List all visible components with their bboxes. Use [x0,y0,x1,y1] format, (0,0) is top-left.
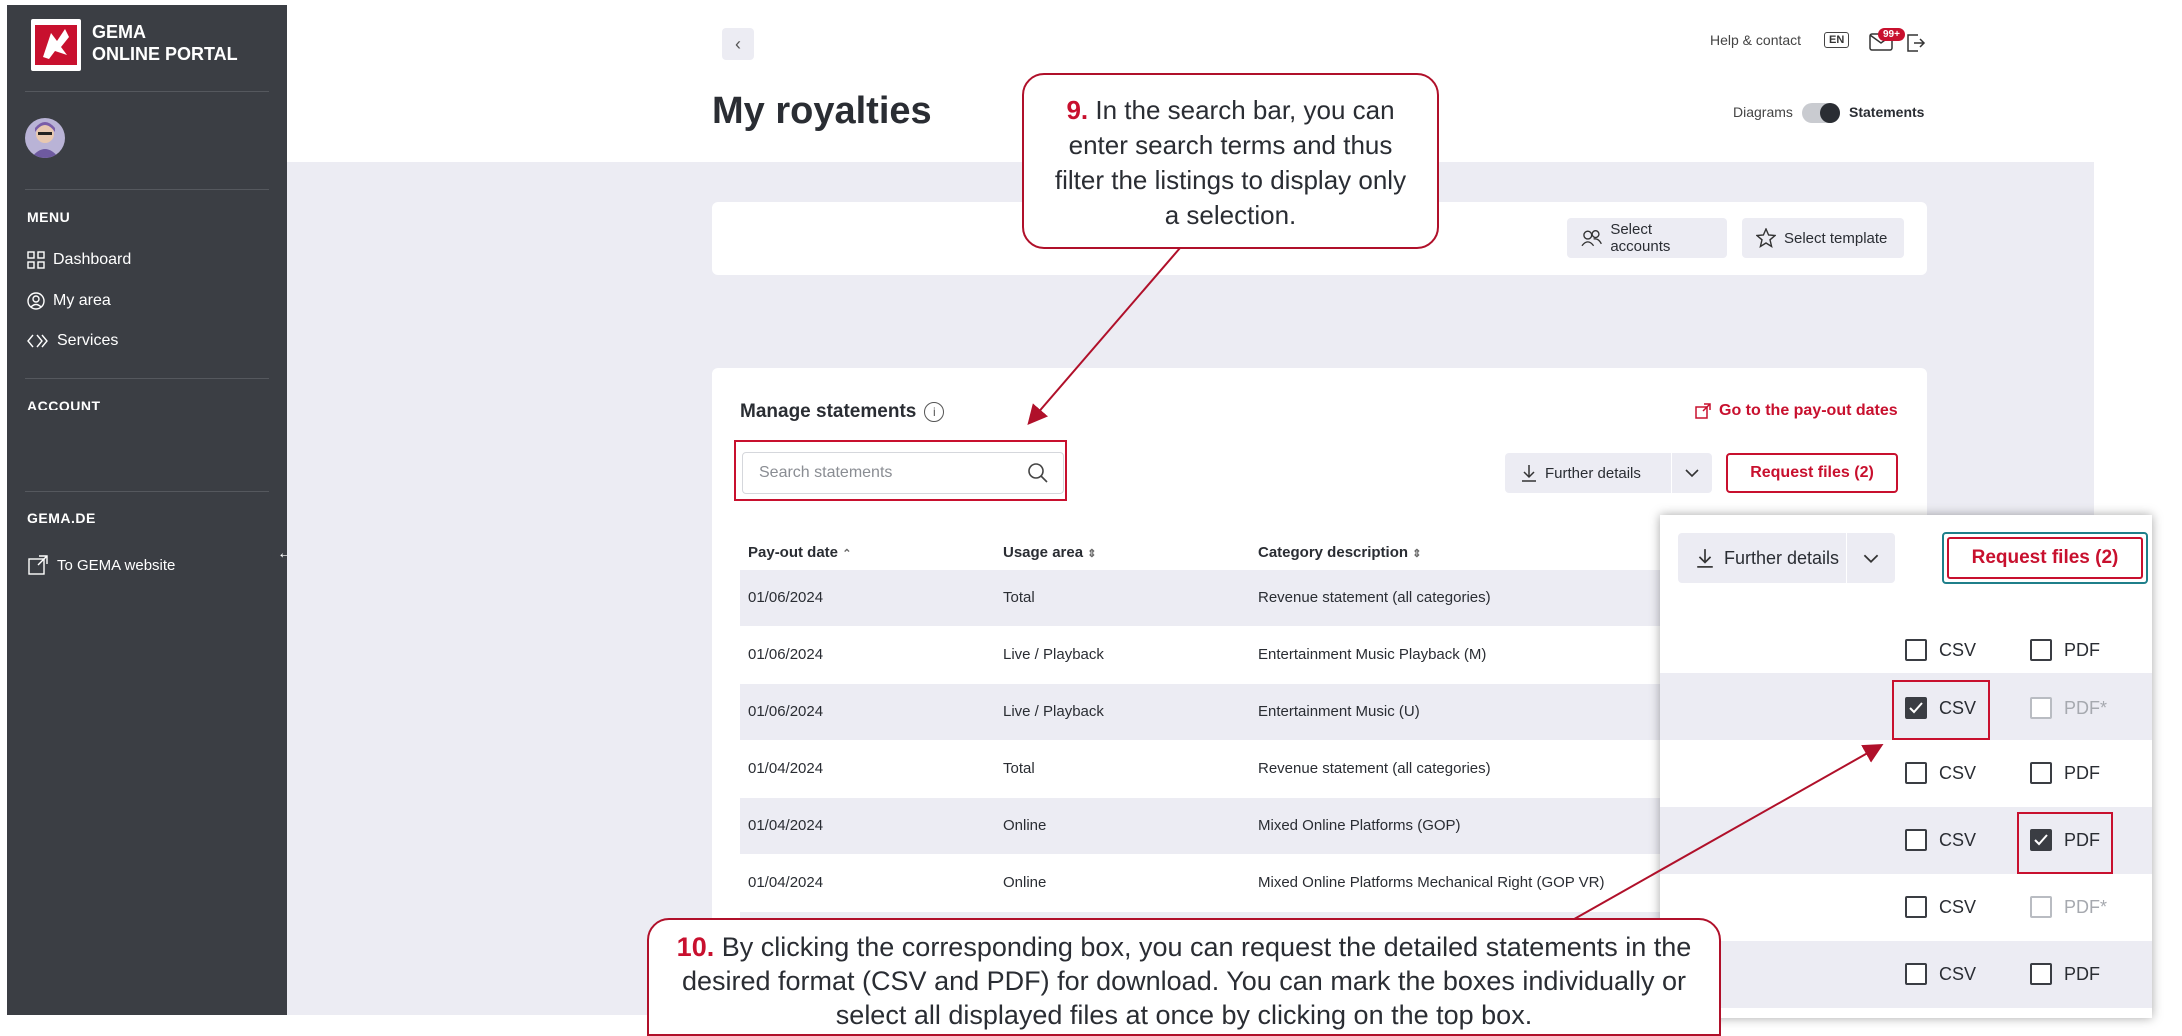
callout-text: In the search bar, you can enter search … [1054,95,1407,230]
callout-number: 10. [676,932,715,962]
callout-10: 10. By clicking the corresponding box, y… [647,918,1721,1036]
callout-text: By clicking the corresponding box, you c… [681,932,1692,1030]
callout-number: 9. [1066,95,1089,125]
callout-9: 9. In the search bar, you can enter sear… [1022,73,1439,249]
